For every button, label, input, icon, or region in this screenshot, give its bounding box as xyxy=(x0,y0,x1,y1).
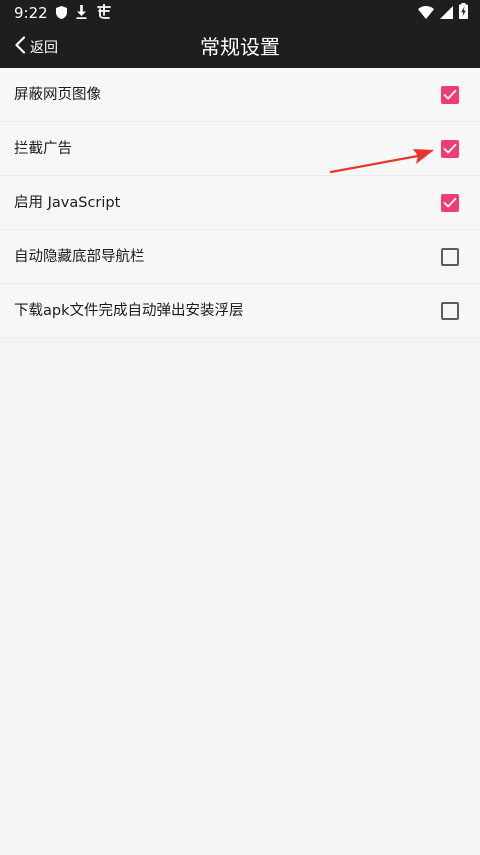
setting-row-block-ads[interactable]: 拦截广告 xyxy=(0,122,480,176)
setting-row-apk-install-popup[interactable]: 下载apk文件完成自动弹出安装浮层 xyxy=(0,284,480,338)
setting-row-block-images[interactable]: 屏蔽网页图像 xyxy=(0,68,480,122)
battery-charging-icon xyxy=(459,3,468,23)
page-title: 常规设置 xyxy=(200,35,280,59)
settings-list: 屏蔽网页图像 拦截广告 启用 JavaScript 自动隐藏底部导航栏 下载ap… xyxy=(0,68,480,338)
signal-icon xyxy=(440,4,453,23)
status-bar: 9:22 xyxy=(0,0,480,26)
setting-row-auto-hide-nav[interactable]: 自动隐藏底部导航栏 xyxy=(0,230,480,284)
javascript-checkbox[interactable] xyxy=(441,194,459,212)
app-bar: 返回 常规设置 xyxy=(0,26,480,68)
setting-label: 自动隐藏底部导航栏 xyxy=(14,249,145,265)
screen: 9:22 返回 常规设置 屏蔽网页图像 拦截广告 启用 JavaScript 自… xyxy=(0,0,480,855)
block-ads-checkbox[interactable] xyxy=(441,140,459,158)
status-left-icons xyxy=(56,2,112,23)
setting-row-javascript[interactable]: 启用 JavaScript xyxy=(0,176,480,230)
apk-install-popup-checkbox[interactable] xyxy=(441,302,459,320)
status-time: 9:22 xyxy=(14,4,48,22)
setting-label: 屏蔽网页图像 xyxy=(14,87,101,103)
shield-icon xyxy=(56,4,67,23)
app-notification-icon xyxy=(96,2,112,23)
setting-label: 启用 JavaScript xyxy=(14,195,121,211)
wifi-icon xyxy=(418,4,434,23)
block-images-checkbox[interactable] xyxy=(441,86,459,104)
auto-hide-nav-checkbox[interactable] xyxy=(441,248,459,266)
status-right-icons xyxy=(418,3,468,23)
download-icon xyxy=(76,4,87,23)
setting-label: 下载apk文件完成自动弹出安装浮层 xyxy=(14,303,244,319)
setting-label: 拦截广告 xyxy=(14,141,72,157)
